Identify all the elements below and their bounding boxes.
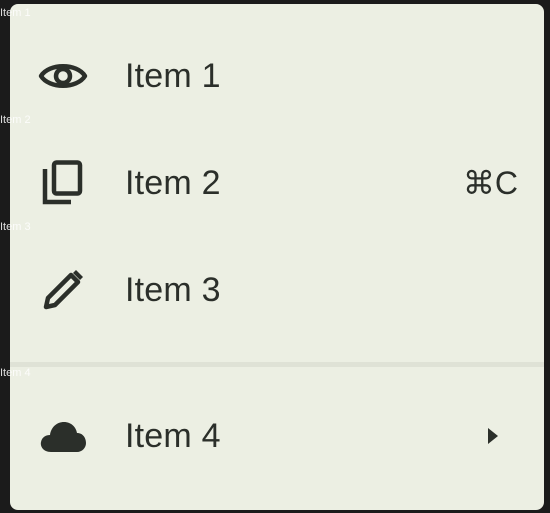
menu-item-label: Item 4 (125, 416, 221, 455)
screen: Item 1 Item 2 ⌘C Item 3 Item 4 Item 1 It… (0, 0, 550, 513)
ghost-label: Item 4 (0, 367, 31, 379)
menu-item-2[interactable]: Item 2 ⌘C (10, 130, 544, 236)
copy-icon (38, 158, 88, 208)
menu-item-label: Item 1 (125, 56, 221, 95)
menu-divider (10, 362, 544, 367)
menu-item-label: Item 3 (125, 270, 221, 309)
menu-item-1[interactable]: Item 1 (10, 23, 544, 129)
context-menu: Item 1 Item 2 ⌘C Item 3 Item 4 (10, 4, 544, 510)
pencil-icon (38, 265, 88, 315)
menu-item-4[interactable]: Item 4 (10, 383, 544, 489)
ghost-label: Item 2 (0, 114, 31, 126)
keyboard-shortcut: ⌘C (462, 165, 518, 201)
cloud-icon (38, 411, 88, 461)
ghost-label: Item 1 (0, 7, 31, 19)
eye-icon (38, 51, 88, 101)
ghost-label: Item 3 (0, 221, 31, 233)
menu-item-3[interactable]: Item 3 (10, 237, 544, 343)
caret-right-icon (484, 424, 502, 448)
menu-item-label: Item 2 (125, 163, 221, 202)
